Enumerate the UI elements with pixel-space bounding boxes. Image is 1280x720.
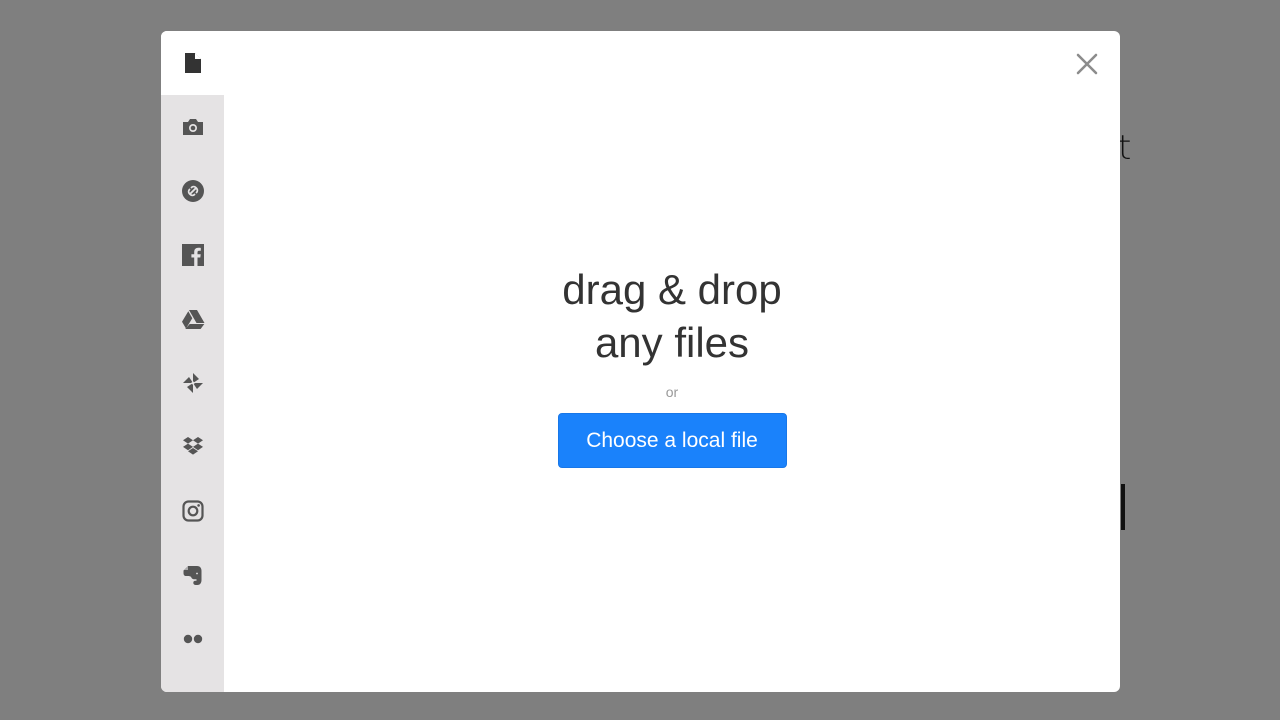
flickr-icon — [181, 627, 205, 651]
sidebar-item-dropbox[interactable] — [161, 415, 224, 479]
dropzone[interactable]: drag & drop any files or Choose a local … — [224, 263, 1120, 468]
close-button[interactable] — [1074, 51, 1100, 77]
link-icon — [181, 179, 205, 203]
dropbox-icon — [181, 435, 205, 459]
file-upload-dialog: drag & drop any files or Choose a local … — [161, 31, 1120, 692]
sidebar-item-flickr[interactable] — [161, 607, 224, 671]
sidebar-item-google-photos[interactable] — [161, 351, 224, 415]
sidebar-item-link[interactable] — [161, 159, 224, 223]
sidebar-item-webcam[interactable] — [161, 95, 224, 159]
sidebar-item-local-files[interactable] — [161, 31, 224, 95]
facebook-icon — [181, 243, 205, 267]
sidebar-item-instagram[interactable] — [161, 479, 224, 543]
sidebar-item-facebook[interactable] — [161, 223, 224, 287]
instagram-icon — [181, 499, 205, 523]
camera-icon — [181, 115, 205, 139]
dropzone-headline-line2: any files — [594, 319, 750, 366]
or-separator: or — [665, 384, 679, 400]
file-icon — [181, 51, 205, 75]
background-page-text: t — [1118, 128, 1132, 168]
google-drive-icon — [181, 307, 205, 331]
close-icon — [1074, 53, 1100, 81]
background-page-cursor — [1121, 484, 1125, 530]
choose-local-file-button[interactable]: Choose a local file — [557, 413, 787, 468]
sidebar-item-evernote[interactable] — [161, 543, 224, 607]
source-sidebar — [161, 31, 224, 692]
sidebar-item-google-drive[interactable] — [161, 287, 224, 351]
evernote-icon — [181, 563, 205, 587]
pinwheel-icon — [181, 371, 205, 395]
dropzone-headline-line1: drag & drop — [562, 266, 782, 313]
